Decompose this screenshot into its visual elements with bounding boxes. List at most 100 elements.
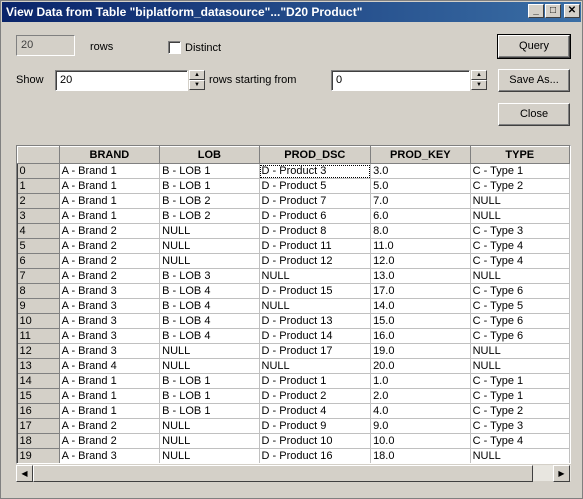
row-index-cell[interactable]: 7: [17, 268, 60, 284]
scroll-right-icon[interactable]: ▶: [553, 465, 570, 482]
cell-lob[interactable]: B - LOB 1: [159, 373, 260, 389]
cell-prod-dsc[interactable]: D - Product 12: [259, 253, 372, 269]
table-row[interactable]: 1A - Brand 1B - LOB 1D - Product 5 5.0 C -…: [17, 178, 570, 194]
cell-type[interactable]: C - Type 4: [470, 253, 570, 269]
cell-prod-key[interactable]: 8.0: [370, 223, 471, 239]
row-index-cell[interactable]: 8: [17, 283, 60, 299]
cell-prod-key[interactable]: 10.0: [370, 433, 471, 449]
table-row[interactable]: 0A - Brand 1B - LOB 1D - Product 3 3.0 C -…: [17, 163, 570, 179]
cell-type[interactable]: C - Type 2: [470, 403, 570, 419]
cell-lob[interactable]: NULL: [159, 433, 260, 449]
cell-prod-key[interactable]: 11.0: [370, 238, 471, 254]
column-header-row-index[interactable]: [17, 146, 60, 164]
cell-lob[interactable]: NULL: [159, 343, 260, 359]
cell-prod-key[interactable]: 1.0: [370, 373, 471, 389]
table-row[interactable]: 4A - Brand 2 NULL D - Product 8 8.0 C - Type…: [17, 223, 570, 239]
cell-prod-dsc[interactable]: NULL: [259, 298, 372, 314]
row-index-cell[interactable]: 15: [17, 388, 60, 404]
cell-brand[interactable]: A - Brand 2: [59, 433, 161, 449]
cell-type[interactable]: NULL: [470, 268, 570, 284]
cell-prod-key[interactable]: 5.0: [370, 178, 471, 194]
table-row[interactable]: 18 A - Brand 2 NULL D - Product 10 10.0 C - T…: [17, 433, 570, 449]
show-count-spinner[interactable]: ▲ ▼: [189, 70, 205, 91]
cell-type[interactable]: C - Type 6: [470, 313, 570, 329]
cell-brand[interactable]: A - Brand 1: [59, 193, 161, 209]
cell-prod-key[interactable]: 6.0: [370, 208, 471, 224]
cell-prod-dsc[interactable]: D - Product 4: [259, 403, 372, 419]
cell-lob[interactable]: B - LOB 2: [159, 208, 260, 224]
cell-brand[interactable]: A - Brand 1: [59, 373, 161, 389]
cell-brand[interactable]: A - Brand 3: [59, 328, 161, 344]
cell-prod-key[interactable]: 9.0: [370, 418, 471, 434]
cell-prod-key[interactable]: 18.0: [370, 448, 471, 463]
cell-type[interactable]: C - Type 6: [470, 283, 570, 299]
cell-type[interactable]: NULL: [470, 448, 570, 463]
cell-lob[interactable]: NULL: [159, 253, 260, 269]
cell-lob[interactable]: B - LOB 4: [159, 283, 260, 299]
data-grid[interactable]: BRAND LOB PROD_DSC PROD_KEY TYPE 0A - Brand …: [16, 145, 571, 464]
cell-prod-key[interactable]: 19.0: [370, 343, 471, 359]
cell-lob[interactable]: NULL: [159, 418, 260, 434]
table-row[interactable]: 6A - Brand 2 NULL D - Product 12 12.0 C - Ty…: [17, 253, 570, 269]
cell-prod-dsc[interactable]: D - Product 3: [259, 163, 372, 179]
cell-brand[interactable]: A - Brand 2: [59, 418, 161, 434]
cell-lob[interactable]: B - LOB 2: [159, 193, 260, 209]
spin-down-icon[interactable]: ▼: [471, 80, 487, 90]
row-index-cell[interactable]: 17: [17, 418, 60, 434]
cell-lob[interactable]: NULL: [159, 358, 260, 374]
row-index-cell[interactable]: 4: [17, 223, 60, 239]
table-row[interactable]: 16 A - Brand 1B - LOB 1D - Product 4 4.0 C …: [17, 403, 570, 419]
cell-type[interactable]: NULL: [470, 208, 570, 224]
start-row-input[interactable]: 0: [331, 70, 470, 91]
cell-brand[interactable]: A - Brand 1: [59, 163, 161, 179]
cell-prod-key[interactable]: 15.0: [370, 313, 471, 329]
cell-brand[interactable]: A - Brand 1: [59, 178, 161, 194]
cell-brand[interactable]: A - Brand 2: [59, 268, 161, 284]
cell-type[interactable]: C - Type 2: [470, 178, 570, 194]
cell-prod-key[interactable]: 17.0: [370, 283, 471, 299]
cell-brand[interactable]: A - Brand 2: [59, 253, 161, 269]
cell-prod-dsc[interactable]: NULL: [259, 358, 372, 374]
cell-brand[interactable]: A - Brand 3: [59, 298, 161, 314]
column-header-prod-key[interactable]: PROD_KEY: [370, 146, 471, 164]
spin-up-icon[interactable]: ▲: [471, 70, 487, 80]
cell-prod-key[interactable]: 7.0: [370, 193, 471, 209]
cell-brand[interactable]: A - Brand 4: [59, 358, 161, 374]
row-index-cell[interactable]: 18: [17, 433, 60, 449]
save-as-button[interactable]: Save As...: [498, 69, 570, 92]
table-row[interactable]: 2A - Brand 1B - LOB 2D - Product 7 7.0 NUL…: [17, 193, 570, 209]
cell-type[interactable]: C - Type 3: [470, 418, 570, 434]
cell-prod-dsc[interactable]: D - Product 17: [259, 343, 372, 359]
spin-up-icon[interactable]: ▲: [189, 70, 205, 80]
row-index-cell[interactable]: 9: [17, 298, 60, 314]
row-index-cell[interactable]: 13: [17, 358, 60, 374]
table-row[interactable]: 19 A - Brand 3 NULL D - Product 16 18.0 NULL: [17, 448, 570, 463]
cell-prod-dsc[interactable]: D - Product 16: [259, 448, 372, 463]
title-bar[interactable]: View Data from Table "biplatform_datasou…: [2, 2, 581, 22]
row-index-cell[interactable]: 2: [17, 193, 60, 209]
cell-type[interactable]: C - Type 4: [470, 433, 570, 449]
cell-lob[interactable]: B - LOB 1: [159, 403, 260, 419]
cell-prod-dsc[interactable]: D - Product 11: [259, 238, 372, 254]
cell-prod-key[interactable]: 16.0: [370, 328, 471, 344]
row-index-cell[interactable]: 11: [17, 328, 60, 344]
cell-prod-dsc[interactable]: D - Product 10: [259, 433, 372, 449]
cell-lob[interactable]: B - LOB 1: [159, 163, 260, 179]
row-index-cell[interactable]: 16: [17, 403, 60, 419]
cell-type[interactable]: C - Type 1: [470, 163, 570, 179]
cell-brand[interactable]: A - Brand 3: [59, 343, 161, 359]
cell-type[interactable]: C - Type 1: [470, 373, 570, 389]
cell-lob[interactable]: NULL: [159, 448, 260, 463]
cell-type[interactable]: C - Type 4: [470, 238, 570, 254]
cell-prod-key[interactable]: 4.0: [370, 403, 471, 419]
cell-prod-dsc[interactable]: D - Product 6: [259, 208, 372, 224]
table-row[interactable]: 11 A - Brand 3B - LOB 4D - Product 14 16.0…: [17, 328, 570, 344]
table-row[interactable]: 5A - Brand 2 NULL D - Product 11 11.0 C - Ty…: [17, 238, 570, 254]
row-index-cell[interactable]: 6: [17, 253, 60, 269]
scroll-left-icon[interactable]: ◀: [16, 465, 33, 482]
cell-type[interactable]: NULL: [470, 343, 570, 359]
cell-prod-dsc[interactable]: D - Product 1: [259, 373, 372, 389]
table-row[interactable]: 8A - Brand 3B - LOB 4D - Product 15 17.0 C…: [17, 283, 570, 299]
table-row[interactable]: 13 A - Brand 4 NULL NULL 20.0 NULL: [17, 358, 570, 374]
cell-prod-dsc[interactable]: D - Product 5: [259, 178, 372, 194]
